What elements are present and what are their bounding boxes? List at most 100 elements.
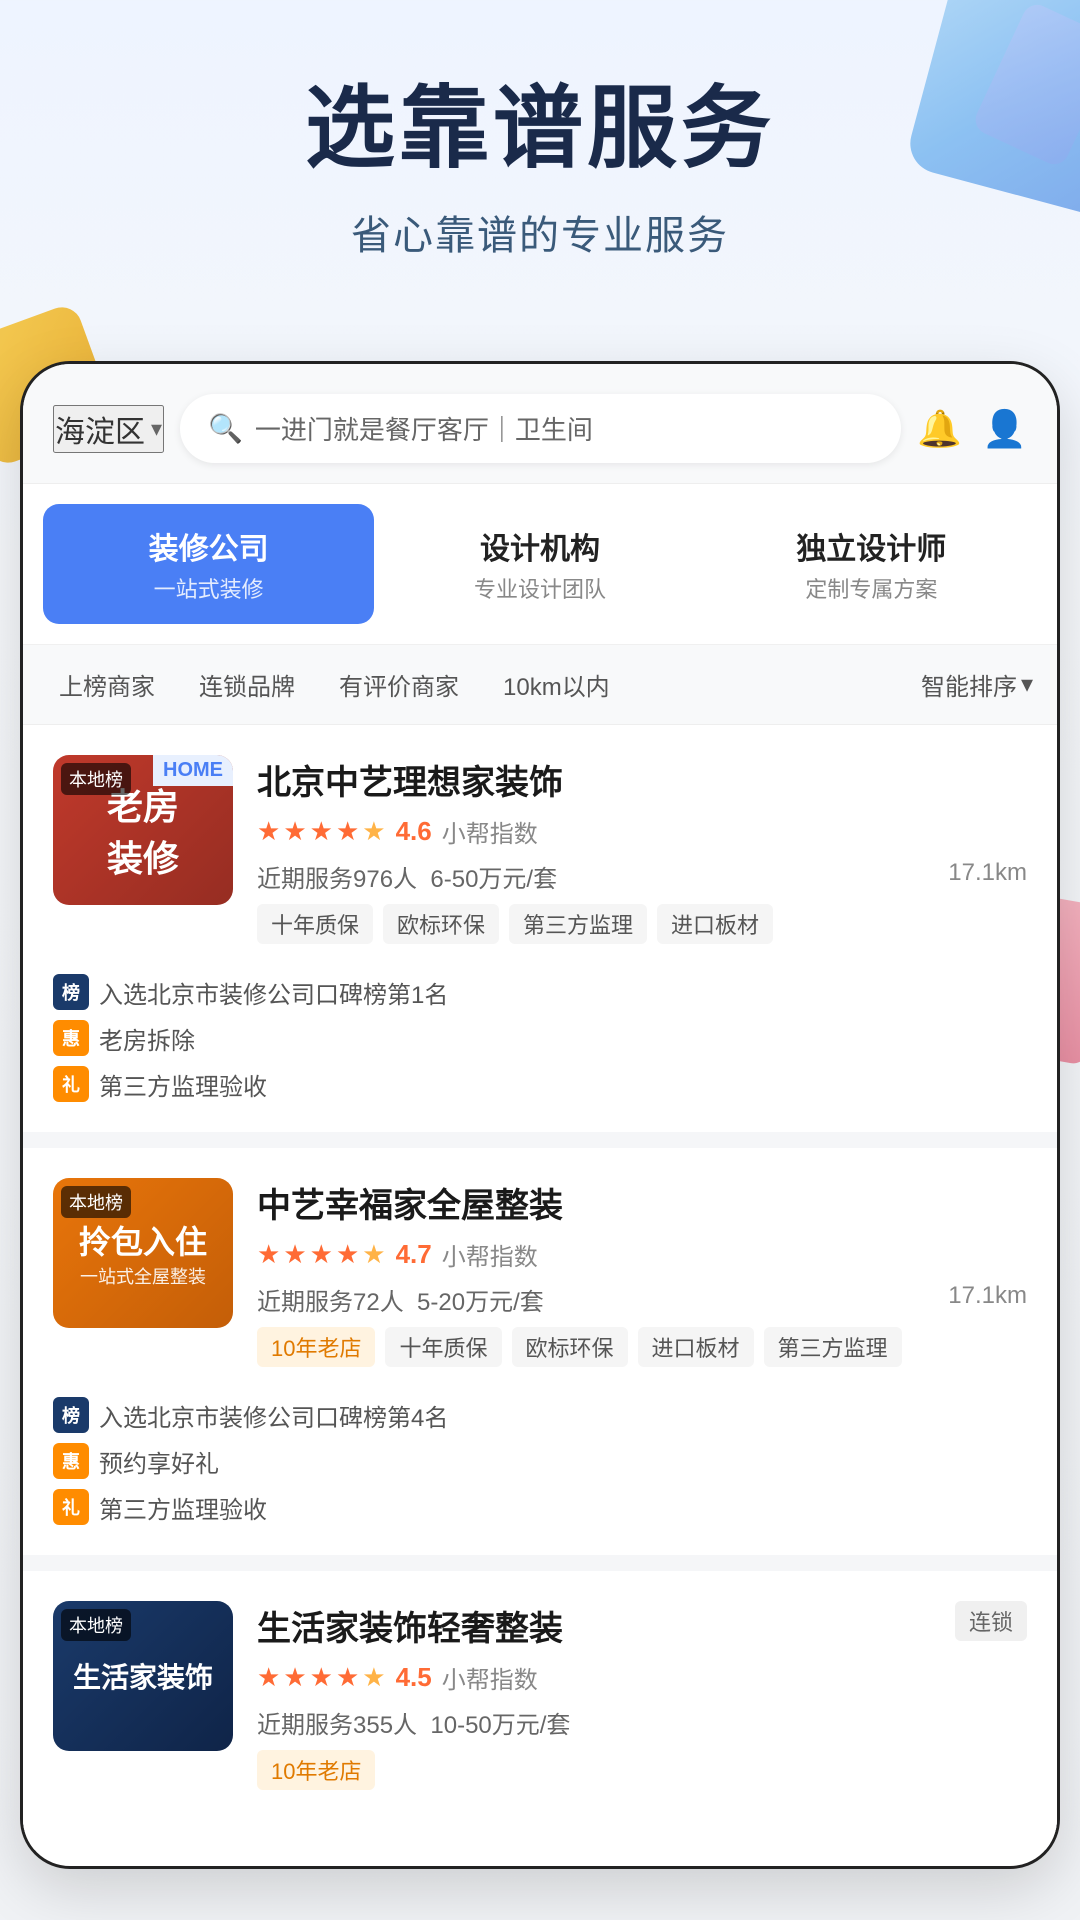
badge-rank-2: 榜 入选北京市装修公司口碑榜第4名 [53, 1397, 1027, 1433]
listing-3-tags: 10年老店 [257, 1750, 1027, 1790]
listing-2-name: 中艺幸福家全屋整装 [257, 1178, 1027, 1227]
listing-2-meta: 近期服务72人 5-20万元/套 17.1km [257, 1282, 1027, 1317]
filter-top-merchant[interactable]: 上榜商家 [47, 661, 167, 708]
hero-section: 选靠谱服务 省心靠谱的专业服务 [0, 0, 1080, 301]
listing-1-rating-label: 小帮指数 [442, 814, 538, 849]
listing-1-tags: 十年质保 欧标环保 第三方监理 进口板材 [257, 904, 1027, 944]
listing-2-service: 近期服务72人 5-20万元/套 [257, 1282, 544, 1317]
listing-card-3[interactable]: 本地榜 生活家装饰 生活家装饰轻奢整装 连锁 ★ ★ ★ ★ [23, 1571, 1057, 1850]
star-2: ★ [283, 1662, 306, 1693]
tab-renovation-sub: 一站式装修 [53, 572, 364, 604]
listing-2-thumb: 本地榜 拎包入住 一站式全屋整装 [53, 1178, 233, 1328]
tag-10year: 10年老店 [257, 1327, 375, 1367]
category-tabs: 装修公司 一站式装修 设计机构 专业设计团队 独立设计师 定制专属方案 [23, 484, 1057, 645]
thumb-1-badge: 本地榜 [61, 763, 131, 795]
listing-1-distance: 17.1km [948, 859, 1027, 894]
star-5: ★ [362, 816, 385, 847]
badge-li-2: 礼 第三方监理验收 [53, 1489, 1027, 1525]
rank-text-1: 入选北京市装修公司口碑榜第1名 [99, 975, 448, 1010]
listing-2-info: 中艺幸福家全屋整装 ★ ★ ★ ★ ★ 4.7 小帮指数 近期服务72 [257, 1178, 1027, 1381]
listing-card-1[interactable]: 本地榜 HOME 老房 装修 北京中艺理想家装饰 ★ ★ [23, 725, 1057, 1132]
li-text-2: 第三方监理验收 [99, 1490, 267, 1525]
badge-rank-1: 榜 入选北京市装修公司口碑榜第1名 [53, 974, 1027, 1010]
badge-hui-2: 惠 预约享好礼 [53, 1443, 1027, 1479]
li-icon-2: 礼 [53, 1489, 89, 1525]
star-1: ★ [257, 1662, 280, 1693]
listing-1-rating-row: ★ ★ ★ ★ ★ 4.6 小帮指数 [257, 814, 1027, 849]
listing-3-name-row: 生活家装饰轻奢整装 连锁 [257, 1601, 1027, 1660]
rank-icon: 榜 [53, 974, 89, 1010]
listing-1-service: 近期服务976人 6-50万元/套 [257, 859, 557, 894]
star-4: ★ [336, 816, 359, 847]
location-button[interactable]: 海淀区 ▾ [53, 405, 164, 453]
listing-3-info: 生活家装饰轻奢整装 连锁 ★ ★ ★ ★ ★ 4.5 小帮指数 [257, 1601, 1027, 1804]
notification-icon[interactable]: 🔔 [917, 408, 962, 450]
listing-3-meta: 近期服务355人 10-50万元/套 [257, 1705, 1027, 1740]
filter-bar: 上榜商家 连锁品牌 有评价商家 10km以内 智能排序 ▾ [23, 645, 1057, 725]
listing-2-rating-num: 4.7 [396, 1239, 432, 1270]
listing-3-name: 生活家装饰轻奢整装 [257, 1601, 563, 1650]
rank-icon-2: 榜 [53, 1397, 89, 1433]
header-icons: 🔔 👤 [917, 408, 1027, 450]
chevron-down-icon: ▾ [151, 416, 162, 442]
profile-icon[interactable]: 👤 [982, 408, 1027, 450]
hui-icon-2: 惠 [53, 1443, 89, 1479]
listing-2-rating-row: ★ ★ ★ ★ ★ 4.7 小帮指数 [257, 1237, 1027, 1272]
listing-1-name: 北京中艺理想家装饰 [257, 755, 1027, 804]
thumb-3-badge: 本地榜 [61, 1609, 131, 1641]
li-text-1: 第三方监理验收 [99, 1067, 267, 1102]
tag-warranty: 十年质保 [257, 904, 373, 944]
star-2: ★ [283, 1239, 306, 1270]
star-2: ★ [283, 816, 306, 847]
listing-2-tags: 10年老店 十年质保 欧标环保 进口板材 第三方监理 [257, 1327, 1027, 1367]
star-3: ★ [310, 1239, 333, 1270]
search-placeholder: 一进门就是餐厅客厅｜卫生间 [255, 410, 873, 447]
tag-eco: 欧标环保 [383, 904, 499, 944]
listing-1-header: 本地榜 HOME 老房 装修 北京中艺理想家装饰 ★ ★ [53, 755, 1027, 958]
search-bar-area: 海淀区 ▾ 🔍 一进门就是餐厅客厅｜卫生间 🔔 👤 [23, 364, 1057, 484]
star-1: ★ [257, 1239, 280, 1270]
filter-smart-sort[interactable]: 智能排序 ▾ [921, 667, 1033, 702]
listing-2-header: 本地榜 拎包入住 一站式全屋整装 中艺幸福家全屋整装 ★ ★ ★ [53, 1178, 1027, 1381]
star-4: ★ [336, 1662, 359, 1693]
tag-eco-2: 欧标环保 [512, 1327, 628, 1367]
tab-designer-label: 独立设计师 [716, 524, 1027, 568]
listing-area: 本地榜 HOME 老房 装修 北京中艺理想家装饰 ★ ★ [23, 725, 1057, 1850]
li-icon-1: 礼 [53, 1066, 89, 1102]
listing-1-meta: 近期服务976人 6-50万元/套 17.1km [257, 859, 1027, 894]
listing-2-distance: 17.1km [948, 1282, 1027, 1317]
tab-renovation-label: 装修公司 [53, 524, 364, 568]
search-input-box[interactable]: 🔍 一进门就是餐厅客厅｜卫生间 [180, 394, 901, 463]
hui-text-1: 老房拆除 [99, 1021, 195, 1056]
thumb-2-content: 拎包入住 一站式全屋整装 [79, 1217, 207, 1289]
filter-reviewed[interactable]: 有评价商家 [327, 661, 471, 708]
tab-design-firm-label: 设计机构 [384, 524, 695, 568]
tab-independent-designer[interactable]: 独立设计师 定制专属方案 [706, 504, 1037, 624]
listing-2-badges: 榜 入选北京市装修公司口碑榜第4名 惠 预约享好礼 礼 第三方监理验收 [53, 1397, 1027, 1525]
star-1: ★ [257, 816, 280, 847]
tag-board: 进口板材 [657, 904, 773, 944]
tag-board-2: 进口板材 [638, 1327, 754, 1367]
filter-10km[interactable]: 10km以内 [491, 661, 622, 708]
listing-1-thumb: 本地榜 HOME 老房 装修 [53, 755, 233, 905]
listing-1-info: 北京中艺理想家装饰 ★ ★ ★ ★ ★ 4.6 小帮指数 近期服务97 [257, 755, 1027, 958]
star-3: ★ [310, 1662, 333, 1693]
thumb-2-badge: 本地榜 [61, 1186, 131, 1218]
listing-3-stars: ★ ★ ★ ★ ★ [257, 1662, 386, 1693]
listing-card-2[interactable]: 本地榜 拎包入住 一站式全屋整装 中艺幸福家全屋整装 ★ ★ ★ [23, 1148, 1057, 1555]
listing-3-rating-num: 4.5 [396, 1662, 432, 1693]
tag-supervision: 第三方监理 [509, 904, 647, 944]
star-4: ★ [336, 1239, 359, 1270]
tab-design-firm[interactable]: 设计机构 专业设计团队 [374, 504, 705, 624]
thumb-3-content: 生活家装饰 [73, 1656, 213, 1696]
hero-title: 选靠谱服务 [40, 80, 1040, 179]
listing-1-stars: ★ ★ ★ ★ ★ [257, 816, 386, 847]
star-5: ★ [362, 1239, 385, 1270]
badge-hui-1: 惠 老房拆除 [53, 1020, 1027, 1056]
tag-supervision-2: 第三方监理 [764, 1327, 902, 1367]
filter-chain-brand[interactable]: 连锁品牌 [187, 661, 307, 708]
hui-icon-1: 惠 [53, 1020, 89, 1056]
listing-3-header: 本地榜 生活家装饰 生活家装饰轻奢整装 连锁 ★ ★ ★ ★ [53, 1601, 1027, 1804]
tab-renovation-company[interactable]: 装修公司 一站式装修 [43, 504, 374, 624]
rank-text-2: 入选北京市装修公司口碑榜第4名 [99, 1398, 448, 1433]
